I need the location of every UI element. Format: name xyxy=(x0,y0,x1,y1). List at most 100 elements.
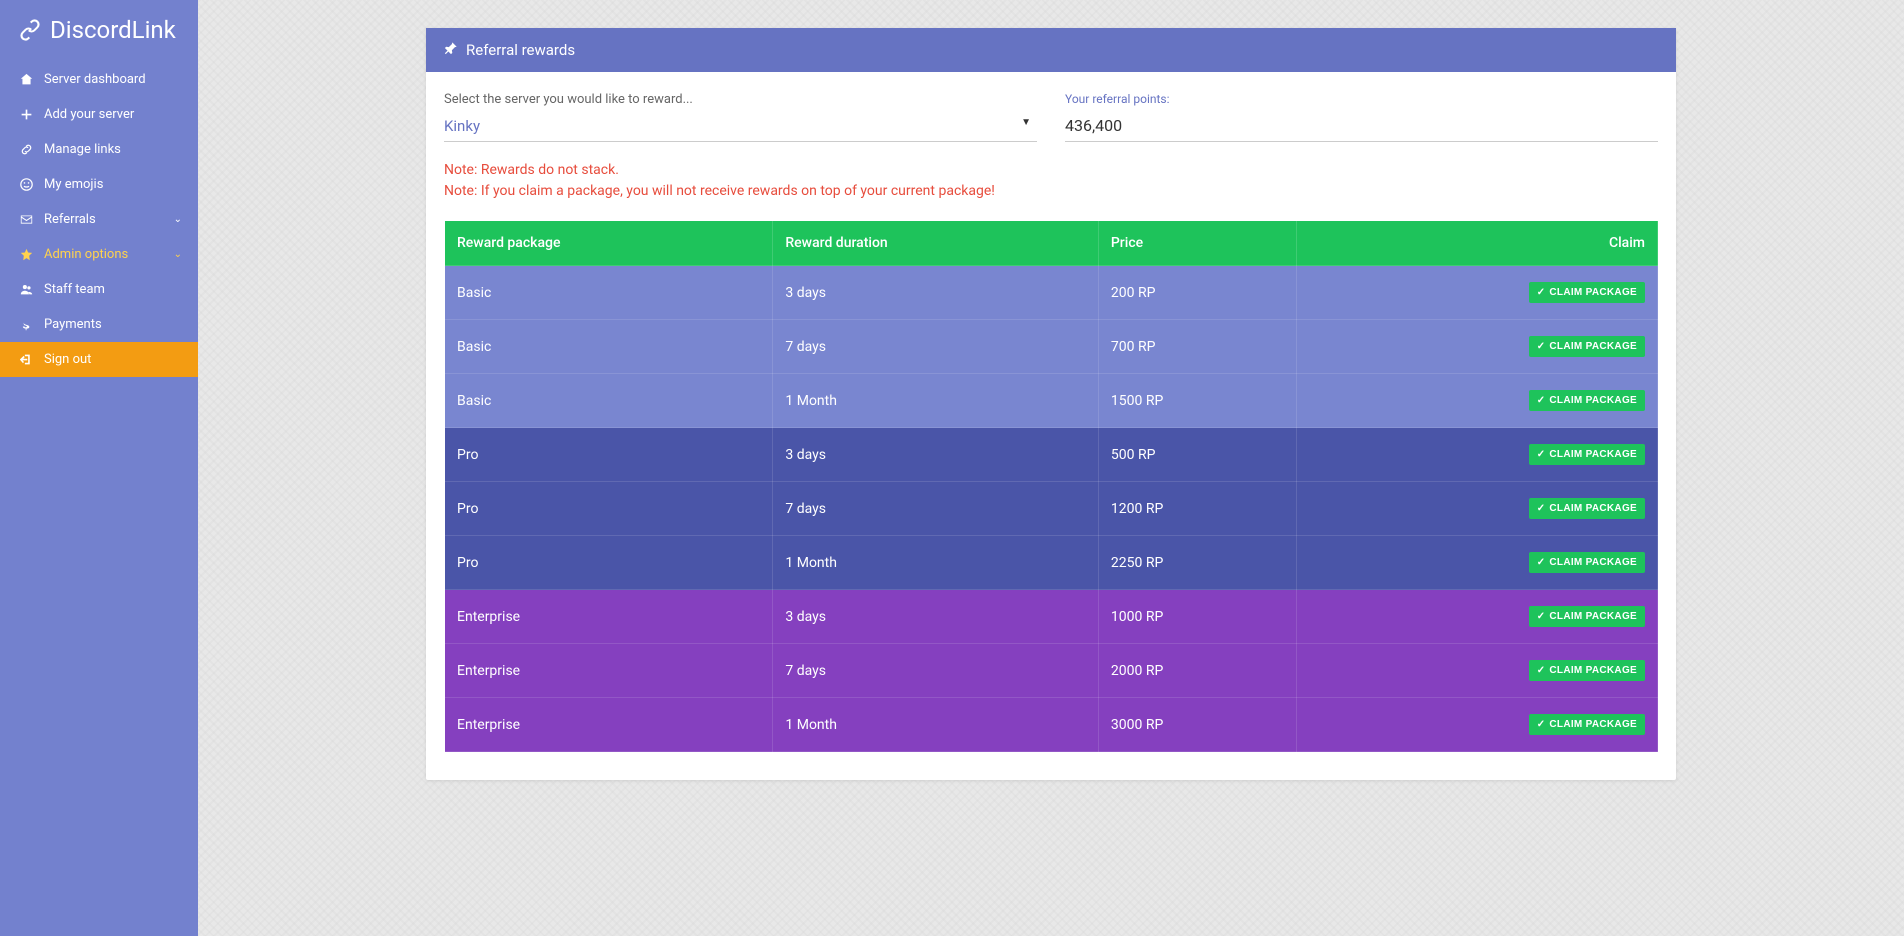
smile-icon xyxy=(18,178,34,191)
table-row: Enterprise7 days2000 RP CLAIM PACKAGE xyxy=(445,644,1658,698)
claim-button[interactable]: CLAIM PACKAGE xyxy=(1529,552,1645,573)
rewards-panel: Referral rewards Select the server you w… xyxy=(426,28,1676,780)
cell-claim: CLAIM PACKAGE xyxy=(1296,320,1657,374)
note-2: Note: If you claim a package, you will n… xyxy=(444,181,1658,202)
cell-price: 2000 RP xyxy=(1098,644,1296,698)
cell-claim: CLAIM PACKAGE xyxy=(1296,698,1657,752)
table-row: Pro7 days1200 RP CLAIM PACKAGE xyxy=(445,482,1658,536)
sidebar-item-my-emojis[interactable]: My emojis xyxy=(0,167,198,202)
chevron-down-icon: ⌄ xyxy=(174,249,182,260)
sidebar-item-payments[interactable]: Payments xyxy=(0,307,198,342)
sidebar-item-label: Staff team xyxy=(44,282,105,297)
cell-duration: 3 days xyxy=(773,266,1099,320)
brand-text: DiscordLink xyxy=(50,16,176,44)
cell-price: 500 RP xyxy=(1098,428,1296,482)
claim-button[interactable]: CLAIM PACKAGE xyxy=(1529,660,1645,681)
cell-duration: 7 days xyxy=(773,644,1099,698)
cell-price: 2250 RP xyxy=(1098,536,1296,590)
cell-duration: 1 Month xyxy=(773,374,1099,428)
panel-body: Select the server you would like to rewa… xyxy=(426,72,1676,780)
plus-icon xyxy=(18,108,34,121)
cell-duration: 7 days xyxy=(773,320,1099,374)
cell-duration: 1 Month xyxy=(773,536,1099,590)
rewards-table: Reward package Reward duration Price Cla… xyxy=(444,220,1658,752)
sidebar-item-label: Referrals xyxy=(44,212,96,227)
cell-price: 1000 RP xyxy=(1098,590,1296,644)
users-icon xyxy=(18,283,34,296)
cell-claim: CLAIM PACKAGE xyxy=(1296,482,1657,536)
panel-header: Referral rewards xyxy=(426,28,1676,72)
claim-button-label: CLAIM PACKAGE xyxy=(1549,287,1637,298)
check-icon xyxy=(1537,341,1546,352)
sidebar-item-label: My emojis xyxy=(44,177,103,192)
panel-title: Referral rewards xyxy=(466,41,575,59)
dollar-icon xyxy=(18,318,34,331)
sidebar-item-label: Server dashboard xyxy=(44,72,146,87)
sidebar-item-referrals[interactable]: Referrals⌄ xyxy=(0,202,198,237)
cell-price: 700 RP xyxy=(1098,320,1296,374)
check-icon xyxy=(1537,611,1546,622)
claim-button[interactable]: CLAIM PACKAGE xyxy=(1529,498,1645,519)
brand[interactable]: DiscordLink xyxy=(0,0,198,62)
server-select-label: Select the server you would like to rewa… xyxy=(444,92,1037,107)
points-label: Your referral points: xyxy=(1065,92,1658,106)
col-package: Reward package xyxy=(445,221,773,266)
home-icon xyxy=(18,73,34,86)
claim-button[interactable]: CLAIM PACKAGE xyxy=(1529,606,1645,627)
claim-button[interactable]: CLAIM PACKAGE xyxy=(1529,444,1645,465)
rewards-table-wrap: Reward package Reward duration Price Cla… xyxy=(444,220,1658,752)
cell-package: Enterprise xyxy=(445,590,773,644)
sidebar-item-add-your-server[interactable]: Add your server xyxy=(0,97,198,132)
sidebar-item-manage-links[interactable]: Manage links xyxy=(0,132,198,167)
check-icon xyxy=(1537,557,1546,568)
check-icon xyxy=(1537,287,1546,298)
table-row: Basic1 Month1500 RPCLAIM PACKAGE xyxy=(445,374,1658,428)
cell-package: Enterprise xyxy=(445,644,773,698)
cell-duration: 7 days xyxy=(773,482,1099,536)
col-price: Price xyxy=(1098,221,1296,266)
check-icon xyxy=(1537,665,1546,676)
server-select[interactable]: Kinky ▼ xyxy=(444,113,1037,142)
link-icon xyxy=(18,143,34,156)
claim-button[interactable]: CLAIM PACKAGE xyxy=(1529,714,1645,735)
signout-icon xyxy=(18,353,34,366)
envelope-icon xyxy=(18,213,34,226)
chevron-down-icon: ▼ xyxy=(1021,117,1031,128)
link-icon xyxy=(18,18,42,42)
cell-duration: 3 days xyxy=(773,590,1099,644)
claim-button[interactable]: CLAIM PACKAGE xyxy=(1529,390,1645,411)
cell-price: 1200 RP xyxy=(1098,482,1296,536)
table-row: Basic3 days200 RPCLAIM PACKAGE xyxy=(445,266,1658,320)
claim-button-label: CLAIM PACKAGE xyxy=(1549,341,1637,352)
table-row: Enterprise1 Month3000 RP CLAIM PACKAGE xyxy=(445,698,1658,752)
table-row: Enterprise3 days1000 RP CLAIM PACKAGE xyxy=(445,590,1658,644)
sidebar: DiscordLink Server dashboard Add your ser… xyxy=(0,0,198,936)
sidebar-item-label: Payments xyxy=(44,317,102,332)
cell-price: 3000 RP xyxy=(1098,698,1296,752)
sidebar-item-server-dashboard[interactable]: Server dashboard xyxy=(0,62,198,97)
check-icon xyxy=(1537,449,1546,460)
cell-claim: CLAIM PACKAGE xyxy=(1296,644,1657,698)
col-claim: Claim xyxy=(1296,221,1657,266)
cell-duration: 3 days xyxy=(773,428,1099,482)
cell-claim: CLAIM PACKAGE xyxy=(1296,266,1657,320)
cell-package: Pro xyxy=(445,482,773,536)
cell-package: Basic xyxy=(445,266,773,320)
sidebar-item-staff-team[interactable]: Staff team xyxy=(0,272,198,307)
points-value: 436,400 xyxy=(1065,112,1658,142)
sidebar-item-sign-out[interactable]: Sign out xyxy=(0,342,198,377)
cell-package: Enterprise xyxy=(445,698,773,752)
claim-button[interactable]: CLAIM PACKAGE xyxy=(1529,282,1645,303)
cell-duration: 1 Month xyxy=(773,698,1099,752)
table-row: Pro3 days500 RPCLAIM PACKAGE xyxy=(445,428,1658,482)
claim-button-label: CLAIM PACKAGE xyxy=(1549,719,1637,730)
table-row: Basic7 days700 RPCLAIM PACKAGE xyxy=(445,320,1658,374)
cell-package: Pro xyxy=(445,536,773,590)
cell-claim: CLAIM PACKAGE xyxy=(1296,590,1657,644)
cell-claim: CLAIM PACKAGE xyxy=(1296,428,1657,482)
sidebar-item-admin-options[interactable]: Admin options⌄ xyxy=(0,237,198,272)
claim-button-label: CLAIM PACKAGE xyxy=(1549,503,1637,514)
claim-button[interactable]: CLAIM PACKAGE xyxy=(1529,336,1645,357)
claim-button-label: CLAIM PACKAGE xyxy=(1549,557,1637,568)
check-icon xyxy=(1537,719,1546,730)
